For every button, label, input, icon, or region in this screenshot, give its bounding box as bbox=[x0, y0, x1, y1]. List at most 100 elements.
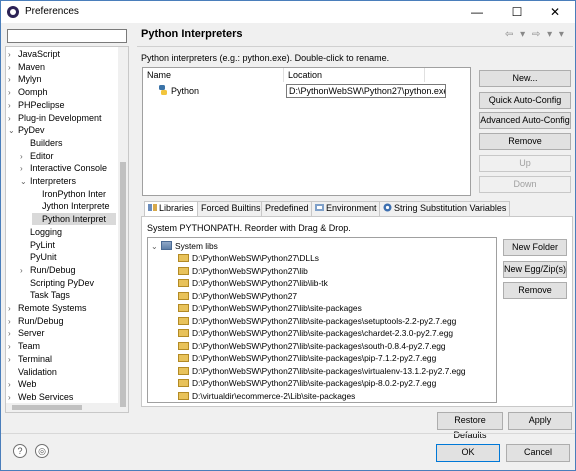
chevron-right-icon[interactable]: › bbox=[8, 62, 18, 74]
tree-item[interactable]: PyLint bbox=[20, 239, 116, 251]
tree-item[interactable]: › PHPeclipse bbox=[8, 99, 116, 111]
tree-item[interactable]: PyUnit bbox=[20, 251, 116, 263]
scroll-thumb[interactable] bbox=[120, 162, 126, 407]
chevron-right-icon[interactable]: › bbox=[8, 100, 18, 112]
new-egg-zip-button[interactable]: New Egg/Zip(s) bbox=[503, 261, 567, 278]
library-path-item[interactable]: D:\PythonWebSW\Python27\lib\site-package… bbox=[178, 328, 453, 339]
tree-item[interactable]: Builders bbox=[20, 137, 116, 149]
scroll-thumb[interactable] bbox=[12, 405, 82, 410]
library-path-item[interactable]: D:\PythonWebSW\Python27\lib\site-package… bbox=[178, 353, 436, 364]
chevron-right-icon[interactable]: › bbox=[8, 87, 18, 99]
chevron-right-icon[interactable]: › bbox=[8, 74, 18, 86]
help-icon[interactable]: ? bbox=[13, 444, 27, 458]
variables-icon bbox=[383, 203, 392, 212]
library-path-item[interactable]: D:\PythonWebSW\Python27 bbox=[178, 291, 297, 302]
tab-predefined[interactable]: Predefined bbox=[261, 201, 313, 216]
tree-item[interactable]: › Web Services bbox=[8, 391, 116, 403]
library-path-item[interactable]: D:\PythonWebSW\Python27\lib\site-package… bbox=[178, 341, 446, 352]
tree-item[interactable]: Python Interpret bbox=[32, 213, 116, 226]
tree-item[interactable]: IronPython Inter bbox=[32, 188, 116, 200]
tree-item[interactable]: › Server bbox=[8, 327, 116, 339]
library-path-item[interactable]: D:\PythonWebSW\Python27\lib\site-package… bbox=[178, 303, 362, 314]
interpreters-table[interactable]: Name Location Python D:\PythonWebSW\Pyth… bbox=[142, 67, 471, 196]
column-header-name[interactable]: Name bbox=[147, 70, 171, 80]
library-path-item[interactable]: D:\PythonWebSW\Python27\lib\lib-tk bbox=[178, 278, 328, 289]
tree-item[interactable]: › Terminal bbox=[8, 353, 116, 365]
interpreter-location-cell[interactable]: D:\PythonWebSW\Python27\python.exe bbox=[286, 84, 446, 98]
filter-input[interactable] bbox=[7, 29, 127, 43]
tree-item[interactable]: Scripting PyDev bbox=[20, 277, 116, 289]
tree-item[interactable]: › Maven bbox=[8, 61, 116, 73]
new-folder-button[interactable]: New Folder bbox=[503, 239, 567, 256]
down-button[interactable]: Down bbox=[479, 176, 571, 193]
tab-environment[interactable]: Environment bbox=[311, 201, 381, 216]
chevron-down-icon[interactable]: ⌄ bbox=[151, 241, 161, 252]
system-libs-node[interactable]: ⌄ System libs bbox=[151, 241, 218, 252]
tree-item[interactable]: › Remote Systems bbox=[8, 302, 116, 314]
tree-item[interactable]: ⌄ PyDev bbox=[8, 124, 116, 136]
chevron-right-icon[interactable]: › bbox=[8, 354, 18, 366]
preferences-import-icon[interactable]: ◎ bbox=[35, 444, 49, 458]
tab-libraries[interactable]: Libraries bbox=[144, 201, 198, 217]
maximize-button[interactable]: ☐ bbox=[497, 1, 537, 23]
interpreter-tabs: Libraries Forced Builtins Predefined Env… bbox=[141, 201, 573, 217]
chevron-right-icon[interactable]: › bbox=[8, 49, 18, 61]
chevron-right-icon[interactable]: › bbox=[20, 163, 30, 175]
tree-item[interactable]: Jython Interprete bbox=[32, 200, 116, 212]
tree-item[interactable]: › Oomph bbox=[8, 86, 116, 98]
chevron-right-icon[interactable]: › bbox=[8, 379, 18, 391]
library-path-item[interactable]: D:\PythonWebSW\Python27\DLLs bbox=[178, 253, 319, 264]
library-path-item[interactable]: D:\PythonWebSW\Python27\lib\site-package… bbox=[178, 378, 436, 389]
tree-horizontal-scrollbar[interactable] bbox=[6, 403, 118, 412]
restore-defaults-button[interactable]: Restore Defaults bbox=[437, 412, 503, 440]
folder-icon bbox=[178, 279, 189, 287]
tree-item-label: PyUnit bbox=[30, 252, 57, 263]
history-nav-icons[interactable]: ⇦ ▾ ⇨ ▾ ▾ bbox=[505, 29, 566, 40]
chevron-down-icon[interactable]: ⌄ bbox=[8, 125, 18, 137]
remove-interpreter-button[interactable]: Remove bbox=[479, 133, 571, 150]
tree-item[interactable]: › Web bbox=[8, 378, 116, 390]
apply-button[interactable]: Apply bbox=[508, 412, 572, 430]
up-button[interactable]: Up bbox=[479, 155, 571, 172]
system-libs-tree[interactable]: ⌄ System libs D:\PythonWebSW\Python27\DLL… bbox=[147, 237, 497, 403]
library-path-item[interactable]: D:\virtualdir\ecommerce-2\Lib\site-packa… bbox=[178, 391, 355, 402]
remove-library-button[interactable]: Remove bbox=[503, 282, 567, 299]
chevron-right-icon[interactable]: › bbox=[8, 328, 18, 340]
column-header-location[interactable]: Location bbox=[288, 70, 322, 80]
tree-item[interactable]: ⌄ Interpreters bbox=[20, 175, 116, 187]
chevron-right-icon[interactable]: › bbox=[8, 341, 18, 353]
chevron-down-icon[interactable]: ⌄ bbox=[20, 176, 30, 188]
divider bbox=[137, 46, 573, 47]
close-button[interactable]: ✕ bbox=[535, 1, 575, 23]
advanced-auto-config-button[interactable]: Advanced Auto-Config bbox=[479, 112, 571, 129]
library-path-item[interactable]: D:\PythonWebSW\Python27\lib\site-package… bbox=[178, 316, 456, 327]
interpreter-row[interactable]: Python bbox=[158, 85, 199, 96]
tree-item[interactable]: › Run/Debug bbox=[20, 264, 116, 276]
chevron-right-icon[interactable]: › bbox=[8, 113, 18, 125]
tree-item[interactable]: › Run/Debug bbox=[8, 315, 116, 327]
minimize-button[interactable]: — bbox=[457, 1, 497, 23]
tree-item[interactable]: › Team bbox=[8, 340, 116, 352]
tree-item[interactable]: › Mylyn bbox=[8, 73, 116, 85]
tree-item[interactable]: Validation bbox=[8, 366, 116, 378]
library-path-item[interactable]: D:\PythonWebSW\Python27\lib bbox=[178, 266, 308, 277]
tree-item[interactable]: › Interactive Console bbox=[20, 162, 116, 174]
tab-forced-builtins[interactable]: Forced Builtins bbox=[197, 201, 265, 216]
tree-item[interactable]: Logging bbox=[20, 226, 116, 238]
chevron-right-icon[interactable]: › bbox=[20, 265, 30, 277]
ok-button[interactable]: OK bbox=[436, 444, 500, 462]
tree-vertical-scrollbar[interactable] bbox=[118, 47, 128, 412]
tree-item[interactable]: Task Tags bbox=[20, 289, 116, 301]
library-path-item[interactable]: D:\PythonWebSW\Python27\lib\site-package… bbox=[178, 366, 466, 377]
chevron-right-icon[interactable]: › bbox=[20, 151, 30, 163]
cancel-button[interactable]: Cancel bbox=[506, 444, 570, 462]
tree-item[interactable]: › Editor bbox=[20, 150, 116, 162]
tree-item[interactable]: › JavaScript bbox=[8, 48, 116, 60]
tab-string-substitution-variables[interactable]: String Substitution Variables bbox=[379, 201, 511, 216]
new-interpreter-button[interactable]: New... bbox=[479, 70, 571, 87]
chevron-right-icon[interactable]: › bbox=[8, 303, 18, 315]
tree-item[interactable]: › Plug-in Development bbox=[8, 112, 116, 124]
library-path-label: D:\PythonWebSW\Python27 bbox=[192, 290, 298, 301]
chevron-right-icon[interactable]: › bbox=[8, 316, 18, 328]
quick-auto-config-button[interactable]: Quick Auto-Config bbox=[479, 92, 571, 109]
